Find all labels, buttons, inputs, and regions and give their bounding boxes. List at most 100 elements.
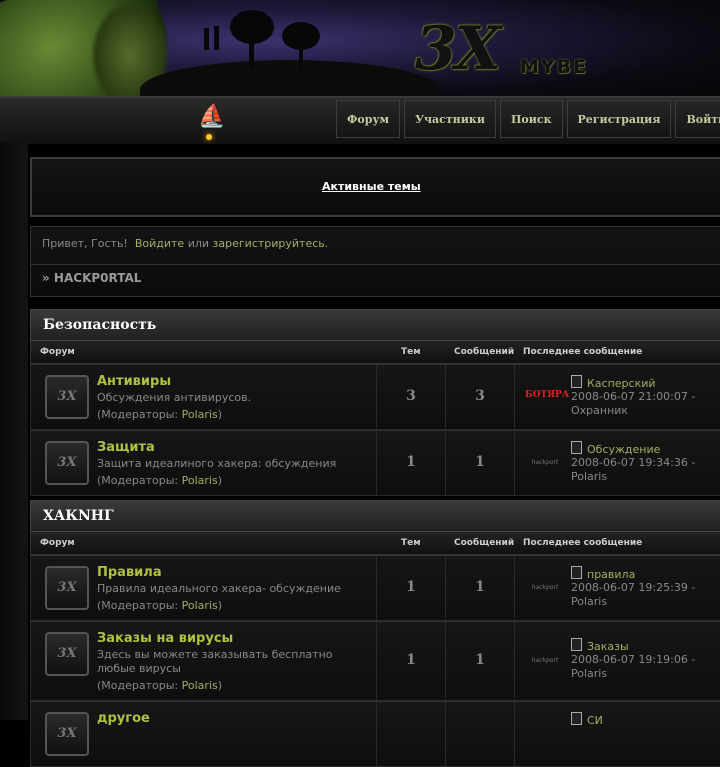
nav-register[interactable]: Регистрация bbox=[566, 100, 672, 138]
forum-icon: 3X bbox=[45, 566, 89, 610]
forum-moderators: (Модераторы: Polaris) bbox=[97, 474, 222, 487]
avatar[interactable]: hackport bbox=[525, 451, 565, 475]
forum-name[interactable]: Антивиры bbox=[97, 374, 171, 389]
posts-count: 3 bbox=[475, 388, 485, 404]
forum-description: Здесь вы можете заказывать бесплатно люб… bbox=[97, 648, 333, 675]
moderator-link[interactable]: Polaris bbox=[182, 599, 218, 612]
register-link[interactable]: зарегистрируйтесь bbox=[213, 237, 325, 250]
document-icon bbox=[571, 638, 582, 651]
category-security: Безопасность Форум Тем Сообщений Последн… bbox=[30, 309, 720, 496]
posts-count: 1 bbox=[475, 454, 485, 470]
nav-login[interactable]: Войти bbox=[675, 100, 720, 138]
document-icon bbox=[571, 712, 582, 725]
greeting-line: Привет, Гость! Войдите или зарегистрируй… bbox=[42, 237, 328, 250]
topics-count: 1 bbox=[406, 579, 416, 595]
moderator-link[interactable]: Polaris bbox=[182, 408, 218, 421]
category-hacking: ХАКNНГ Форум Тем Сообщений Последнее соо… bbox=[30, 500, 720, 767]
last-post-title[interactable]: Касперский bbox=[587, 377, 656, 390]
moderators-label: Модераторы: bbox=[101, 679, 179, 692]
login-link[interactable]: Войдите bbox=[135, 237, 184, 250]
moderators-label: Модераторы: bbox=[101, 408, 179, 421]
column-headers: Форум Тем Сообщений Последнее сообщение bbox=[30, 532, 720, 555]
forum-description: Защита идеалиного хакера: обсуждения bbox=[97, 457, 337, 470]
last-post-link[interactable]: Касперский bbox=[571, 375, 656, 390]
nav-forum[interactable]: Форум bbox=[336, 100, 401, 138]
forum-icon: 3X bbox=[45, 375, 89, 419]
main-nav: Форум Участники Поиск Регистрация Войти bbox=[336, 100, 720, 138]
last-post-date: 2008-06-07 19:25:39 - bbox=[571, 581, 696, 594]
topics-count: 1 bbox=[406, 652, 416, 668]
forum-row: 3X другое СИ bbox=[30, 701, 720, 767]
tree-decoration bbox=[299, 46, 303, 70]
avatar[interactable]: hackport bbox=[525, 649, 565, 673]
greeting-or: или bbox=[187, 237, 210, 250]
document-icon bbox=[571, 566, 582, 579]
document-icon bbox=[571, 375, 582, 388]
forum-name[interactable]: другое bbox=[97, 711, 150, 726]
forum-moderators: (Модераторы: Polaris) bbox=[97, 679, 222, 692]
col-last-post: Последнее сообщение bbox=[523, 538, 643, 548]
last-post-title[interactable]: правила bbox=[587, 568, 635, 581]
forum-row: 3X Правила Правила идеального хакера- об… bbox=[30, 555, 720, 621]
divider bbox=[31, 264, 720, 265]
spark-decoration bbox=[206, 134, 212, 140]
moderators-label: Модераторы: bbox=[101, 599, 179, 612]
site-header: 3X MYBE bbox=[0, 0, 720, 100]
last-post-author[interactable]: Polaris bbox=[571, 595, 607, 608]
forum-row: 3X Антивиры Обсуждения антивирусов. (Мод… bbox=[30, 364, 720, 430]
figure-silhouette bbox=[214, 26, 219, 50]
moderator-link[interactable]: Polaris bbox=[182, 474, 218, 487]
column-headers: Форум Тем Сообщений Последнее сообщение bbox=[30, 341, 720, 364]
active-topics-box: Активные темы bbox=[30, 157, 720, 217]
figure-silhouette bbox=[204, 28, 209, 50]
greeting-box: Привет, Гость! Войдите или зарегистрируй… bbox=[30, 226, 720, 297]
col-posts: Сообщений bbox=[454, 538, 515, 548]
nav-members[interactable]: Участники bbox=[404, 100, 496, 138]
last-post-author[interactable]: Polaris bbox=[571, 667, 607, 680]
forum-description: Обсуждения антивирусов. bbox=[97, 391, 252, 404]
last-post-author[interactable]: Охранник bbox=[571, 404, 628, 417]
hill-decoration bbox=[140, 60, 440, 100]
avatar[interactable]: hackport bbox=[525, 576, 565, 600]
avatar[interactable]: БОТЯРА bbox=[525, 385, 569, 409]
col-topics: Тем bbox=[401, 347, 421, 357]
col-forum: Форум bbox=[40, 538, 75, 548]
site-logo[interactable]: 3X bbox=[415, 14, 501, 84]
last-post-date: 2008-06-07 19:34:36 - bbox=[571, 456, 696, 469]
active-topics-link[interactable]: Активные темы bbox=[322, 180, 421, 193]
forum-name[interactable]: Правила bbox=[97, 565, 162, 580]
last-post-meta: 2008-06-07 19:34:36 - Polaris bbox=[571, 456, 720, 484]
last-post-link[interactable]: Заказы bbox=[571, 638, 629, 653]
last-post-link[interactable]: Обсуждение bbox=[571, 441, 660, 456]
category-title[interactable]: ХАКNНГ bbox=[30, 500, 720, 532]
greeting-text: Привет, Гость! bbox=[42, 237, 128, 250]
forum-row: 3X Заказы на вирусы Здесь вы можете зака… bbox=[30, 621, 720, 701]
forum-row: 3X Защита Защита идеалиного хакера: обсу… bbox=[30, 430, 720, 496]
topics-count: 3 bbox=[406, 388, 416, 404]
last-post-meta: 2008-06-07 21:00:07 - Охранник bbox=[571, 390, 720, 418]
last-post-title[interactable]: СИ bbox=[587, 714, 603, 727]
greeting-dot: . bbox=[324, 237, 329, 250]
forum-moderators: (Модераторы: Polaris) bbox=[97, 408, 222, 421]
tree-decoration bbox=[249, 38, 254, 68]
category-title[interactable]: Безопасность bbox=[30, 309, 720, 341]
site-logo-subtitle: MYBE bbox=[520, 56, 589, 78]
last-post-author[interactable]: Polaris bbox=[571, 470, 607, 483]
col-forum: Форум bbox=[40, 347, 75, 357]
ship-icon: ⛵ bbox=[198, 104, 226, 129]
last-post-date: 2008-06-07 21:00:07 - bbox=[571, 390, 696, 403]
moderator-link[interactable]: Polaris bbox=[182, 679, 218, 692]
forum-icon: 3X bbox=[45, 441, 89, 485]
last-post-date: 2008-06-07 19:19:06 - bbox=[571, 653, 696, 666]
forum-name[interactable]: Защита bbox=[97, 440, 155, 455]
forum-name[interactable]: Заказы на вирусы bbox=[97, 631, 233, 646]
forum-moderators: (Модераторы: Polaris) bbox=[97, 599, 222, 612]
posts-count: 1 bbox=[475, 579, 485, 595]
posts-count: 1 bbox=[475, 652, 485, 668]
moderators-label: Модераторы: bbox=[101, 474, 179, 487]
breadcrumb[interactable]: » HACKP0RTAL bbox=[42, 271, 141, 285]
last-post-title[interactable]: Заказы bbox=[587, 640, 629, 653]
nav-search[interactable]: Поиск bbox=[500, 100, 563, 138]
last-post-title[interactable]: Обсуждение bbox=[587, 443, 660, 456]
last-post-link[interactable]: правила bbox=[571, 566, 635, 581]
